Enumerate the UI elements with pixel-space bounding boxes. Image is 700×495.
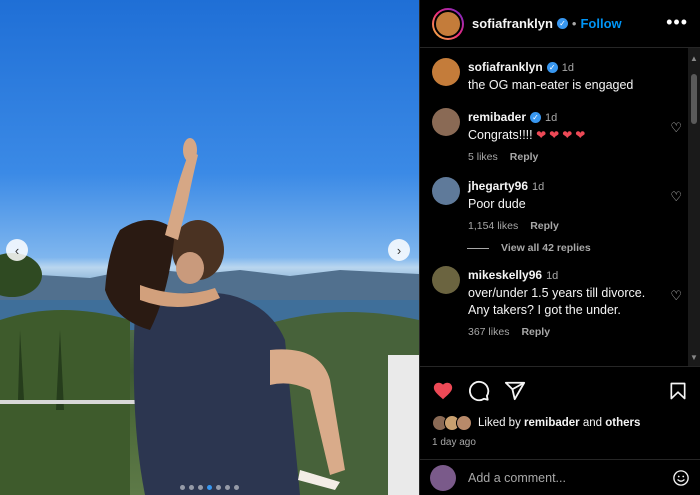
separator: • <box>571 16 577 31</box>
liked-by-prefix: Liked by <box>478 417 521 429</box>
comment-meta: 1,154 likes Reply <box>468 220 662 232</box>
scroll-down-arrow-icon[interactable]: ▼ <box>690 353 698 362</box>
chevron-left-icon: ‹ <box>14 242 20 258</box>
photo-scene <box>0 138 419 495</box>
comment-time: 1d <box>545 112 558 124</box>
comment-time: 1d <box>546 270 559 282</box>
carousel-dot <box>189 485 194 490</box>
avatar[interactable] <box>432 177 460 205</box>
comment-item: remibader ✓ 1d Congrats!!!! ❤❤❤❤ 5 likes Re… <box>432 108 688 163</box>
carousel-prev-button[interactable]: ‹ <box>6 239 28 261</box>
caption: sofiafranklyn ✓ 1d the OG man-eater is eng… <box>432 58 688 94</box>
verified-badge-icon: ✓ <box>546 62 558 73</box>
reply-button[interactable]: Reply <box>510 151 539 163</box>
avatar[interactable] <box>432 108 460 136</box>
view-replies-button[interactable]: View all 42 replies <box>467 242 688 254</box>
heart-filled-icon[interactable] <box>432 380 454 402</box>
replies-line <box>467 247 489 249</box>
view-replies-label: View all 42 replies <box>501 242 591 254</box>
comment-text-wrap: Congrats!!!! ❤❤❤❤ <box>468 127 662 144</box>
liked-by-avatars[interactable] <box>432 415 472 431</box>
comments-list: sofiafranklyn ✓ 1d the OG man-eater is eng… <box>420 48 688 366</box>
comment-likes[interactable]: 5 likes <box>468 151 498 163</box>
follow-button[interactable]: Follow <box>580 16 621 31</box>
comment-meta: 5 likes Reply <box>468 151 662 163</box>
comment-likes[interactable]: 367 likes <box>468 326 509 338</box>
comment-username[interactable]: jhegarty96 <box>468 179 528 193</box>
scroll-up-arrow-icon[interactable]: ▲ <box>690 54 698 63</box>
red-heart-emojis: ❤❤❤❤ <box>536 128 589 142</box>
comment-input[interactable] <box>468 470 672 485</box>
reply-button[interactable]: Reply <box>521 326 550 338</box>
verified-badge-icon: ✓ <box>530 112 542 123</box>
comment-text: the OG man-eater is engaged <box>468 78 634 92</box>
post-actions: Liked by remibader and others 1 day ago <box>420 366 700 448</box>
chevron-right-icon: › <box>396 242 402 258</box>
comment-username[interactable]: sofiafranklyn <box>468 60 543 74</box>
comments-scrollbar[interactable]: ▲ ▼ <box>688 48 700 366</box>
avatar[interactable] <box>432 58 460 86</box>
post-sidebar: sofiafranklyn ✓ • Follow ••• sofiafrankl… <box>419 0 700 495</box>
add-comment-bar <box>420 459 700 495</box>
liked-by-and: and <box>582 417 603 429</box>
carousel-dot <box>225 485 230 490</box>
carousel-dot <box>180 485 185 490</box>
current-user-avatar <box>430 464 456 491</box>
comment-item: jhegarty96 1d Poor dude 1,154 likes Reply … <box>432 177 688 232</box>
carousel-dot <box>216 485 221 490</box>
carousel-dot <box>198 485 203 490</box>
action-bar <box>432 379 688 403</box>
more-options-icon[interactable]: ••• <box>666 12 688 33</box>
author-username[interactable]: sofiafranklyn <box>472 16 553 31</box>
comment-text: over/under 1.5 years till divorce. Any t… <box>468 286 646 317</box>
author-avatar[interactable] <box>434 9 462 38</box>
liked-by-others[interactable]: others <box>605 417 640 429</box>
avatar[interactable] <box>432 266 460 294</box>
heart-outline-icon[interactable]: ♡ <box>670 288 682 304</box>
comment-username[interactable]: mikeskelly96 <box>468 268 542 282</box>
share-icon[interactable] <box>504 380 526 402</box>
heart-outline-icon[interactable]: ♡ <box>670 189 682 205</box>
heart-outline-icon[interactable]: ♡ <box>670 120 682 136</box>
comment-username[interactable]: remibader <box>468 110 526 124</box>
comment-icon[interactable] <box>468 380 490 402</box>
carousel-next-button[interactable]: › <box>388 239 410 261</box>
comment-text: Poor dude <box>468 197 526 211</box>
post-photo[interactable]: ‹ › <box>0 0 419 495</box>
author-avatar-ring[interactable] <box>432 7 464 40</box>
comment-item: mikeskelly96 1d over/under 1.5 years till… <box>432 266 688 338</box>
comment-meta: 367 likes Reply <box>468 326 662 338</box>
liked-by-user[interactable]: remibader <box>524 417 580 429</box>
verified-badge-icon: ✓ <box>556 18 568 29</box>
comment-time: 1d <box>561 62 574 74</box>
bookmark-icon[interactable] <box>668 380 688 402</box>
avatar <box>456 415 472 431</box>
liked-by: Liked by remibader and others <box>432 415 688 431</box>
comment-time: 1d <box>532 181 545 193</box>
carousel-dot <box>234 485 239 490</box>
comment-text: Congrats!!!! <box>468 128 533 142</box>
carousel-dots <box>180 485 239 490</box>
reply-button[interactable]: Reply <box>530 220 559 232</box>
posted-time[interactable]: 1 day ago <box>432 437 688 448</box>
comment-likes[interactable]: 1,154 likes <box>468 220 518 232</box>
scroll-thumb[interactable] <box>691 74 697 124</box>
carousel-dot <box>207 485 212 490</box>
post-header: sofiafranklyn ✓ • Follow ••• <box>420 0 700 48</box>
smiley-icon[interactable] <box>672 469 690 487</box>
